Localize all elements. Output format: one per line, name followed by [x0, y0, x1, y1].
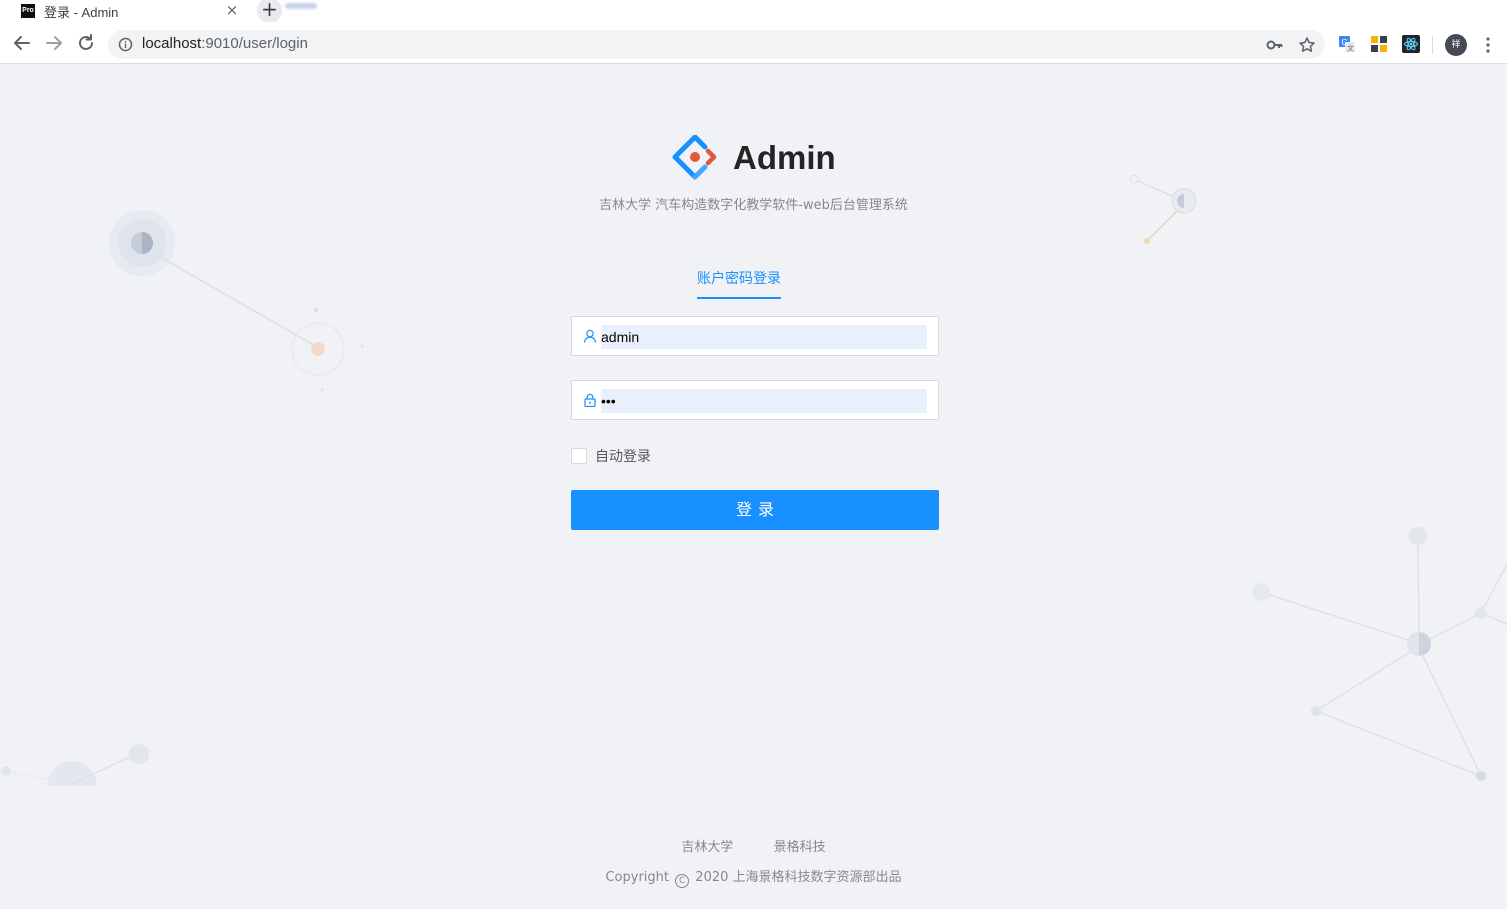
- footer-link-jingge-tech[interactable]: 景格科技: [774, 840, 826, 855]
- active-tab-indicator: [697, 297, 781, 299]
- user-icon: [583, 329, 597, 343]
- login-button[interactable]: 登录: [571, 490, 939, 530]
- copyright: Copyright C 2020 上海景格科技数字资源部出品: [0, 866, 1507, 888]
- footer-link-jilin-university[interactable]: 吉林大学: [681, 840, 733, 855]
- brand-header: Admin: [672, 135, 836, 181]
- react-devtools-icon[interactable]: [1402, 35, 1420, 53]
- app-title: Admin: [733, 139, 836, 176]
- auto-login-label: 自动登录: [595, 449, 651, 465]
- browser-menu-icon[interactable]: [1480, 34, 1496, 56]
- browser-tab-strip: Pro 登录 - Admin × +: [0, 0, 1507, 23]
- password-input[interactable]: [601, 389, 927, 413]
- lock-icon: [584, 393, 596, 407]
- bookmark-star-icon[interactable]: [1298, 36, 1316, 54]
- login-page: Admin 吉林大学 汽车构造数字化教学软件-web后台管理系统 账户密码登录 …: [0, 64, 1507, 909]
- url-text: localhost:9010/user/login: [142, 35, 308, 52]
- browser-tab[interactable]: Pro 登录 - Admin ×: [0, 0, 250, 22]
- username-field[interactable]: [571, 316, 939, 356]
- copyright-prefix: Copyright: [605, 870, 670, 885]
- tab-title: 登录 - Admin: [44, 4, 119, 20]
- app-subtitle: 吉林大学 汽车构造数字化教学软件-web后台管理系统: [599, 198, 908, 213]
- reload-icon[interactable]: [73, 30, 99, 56]
- qr-extension-icon[interactable]: [1370, 35, 1388, 53]
- ant-design-logo-icon: [672, 135, 717, 180]
- blurred-tab-fragment: [285, 3, 317, 9]
- translate-extension-icon[interactable]: G 文: [1338, 35, 1356, 53]
- copyright-icon: C: [675, 874, 690, 888]
- toolbar-divider: [1432, 36, 1433, 54]
- site-info-icon[interactable]: [118, 37, 133, 52]
- auto-login-option[interactable]: 自动登录: [571, 446, 651, 466]
- browser-toolbar: localhost:9010/user/login G 文 祥: [0, 22, 1507, 64]
- copyright-text: 2020 上海景格科技数字资源部出品: [695, 870, 902, 885]
- back-arrow-icon[interactable]: [9, 30, 35, 56]
- favicon-icon: Pro: [21, 4, 35, 18]
- footer-links: 吉林大学 景格科技: [0, 836, 1507, 855]
- address-bar[interactable]: localhost:9010/user/login: [108, 30, 1325, 59]
- forward-arrow-icon[interactable]: [41, 30, 67, 56]
- background-network-decoration: [1, 174, 1507, 786]
- svg-text:文: 文: [1347, 44, 1354, 53]
- tab-account-password-login[interactable]: 账户密码登录: [697, 268, 781, 288]
- key-icon[interactable]: [1266, 36, 1284, 54]
- tab-close-button[interactable]: ×: [224, 1, 240, 19]
- username-input[interactable]: [601, 325, 927, 349]
- auto-login-checkbox[interactable]: [571, 448, 587, 464]
- password-field[interactable]: [571, 380, 939, 420]
- new-tab-button[interactable]: +: [257, 0, 282, 23]
- profile-avatar[interactable]: 祥: [1445, 34, 1467, 56]
